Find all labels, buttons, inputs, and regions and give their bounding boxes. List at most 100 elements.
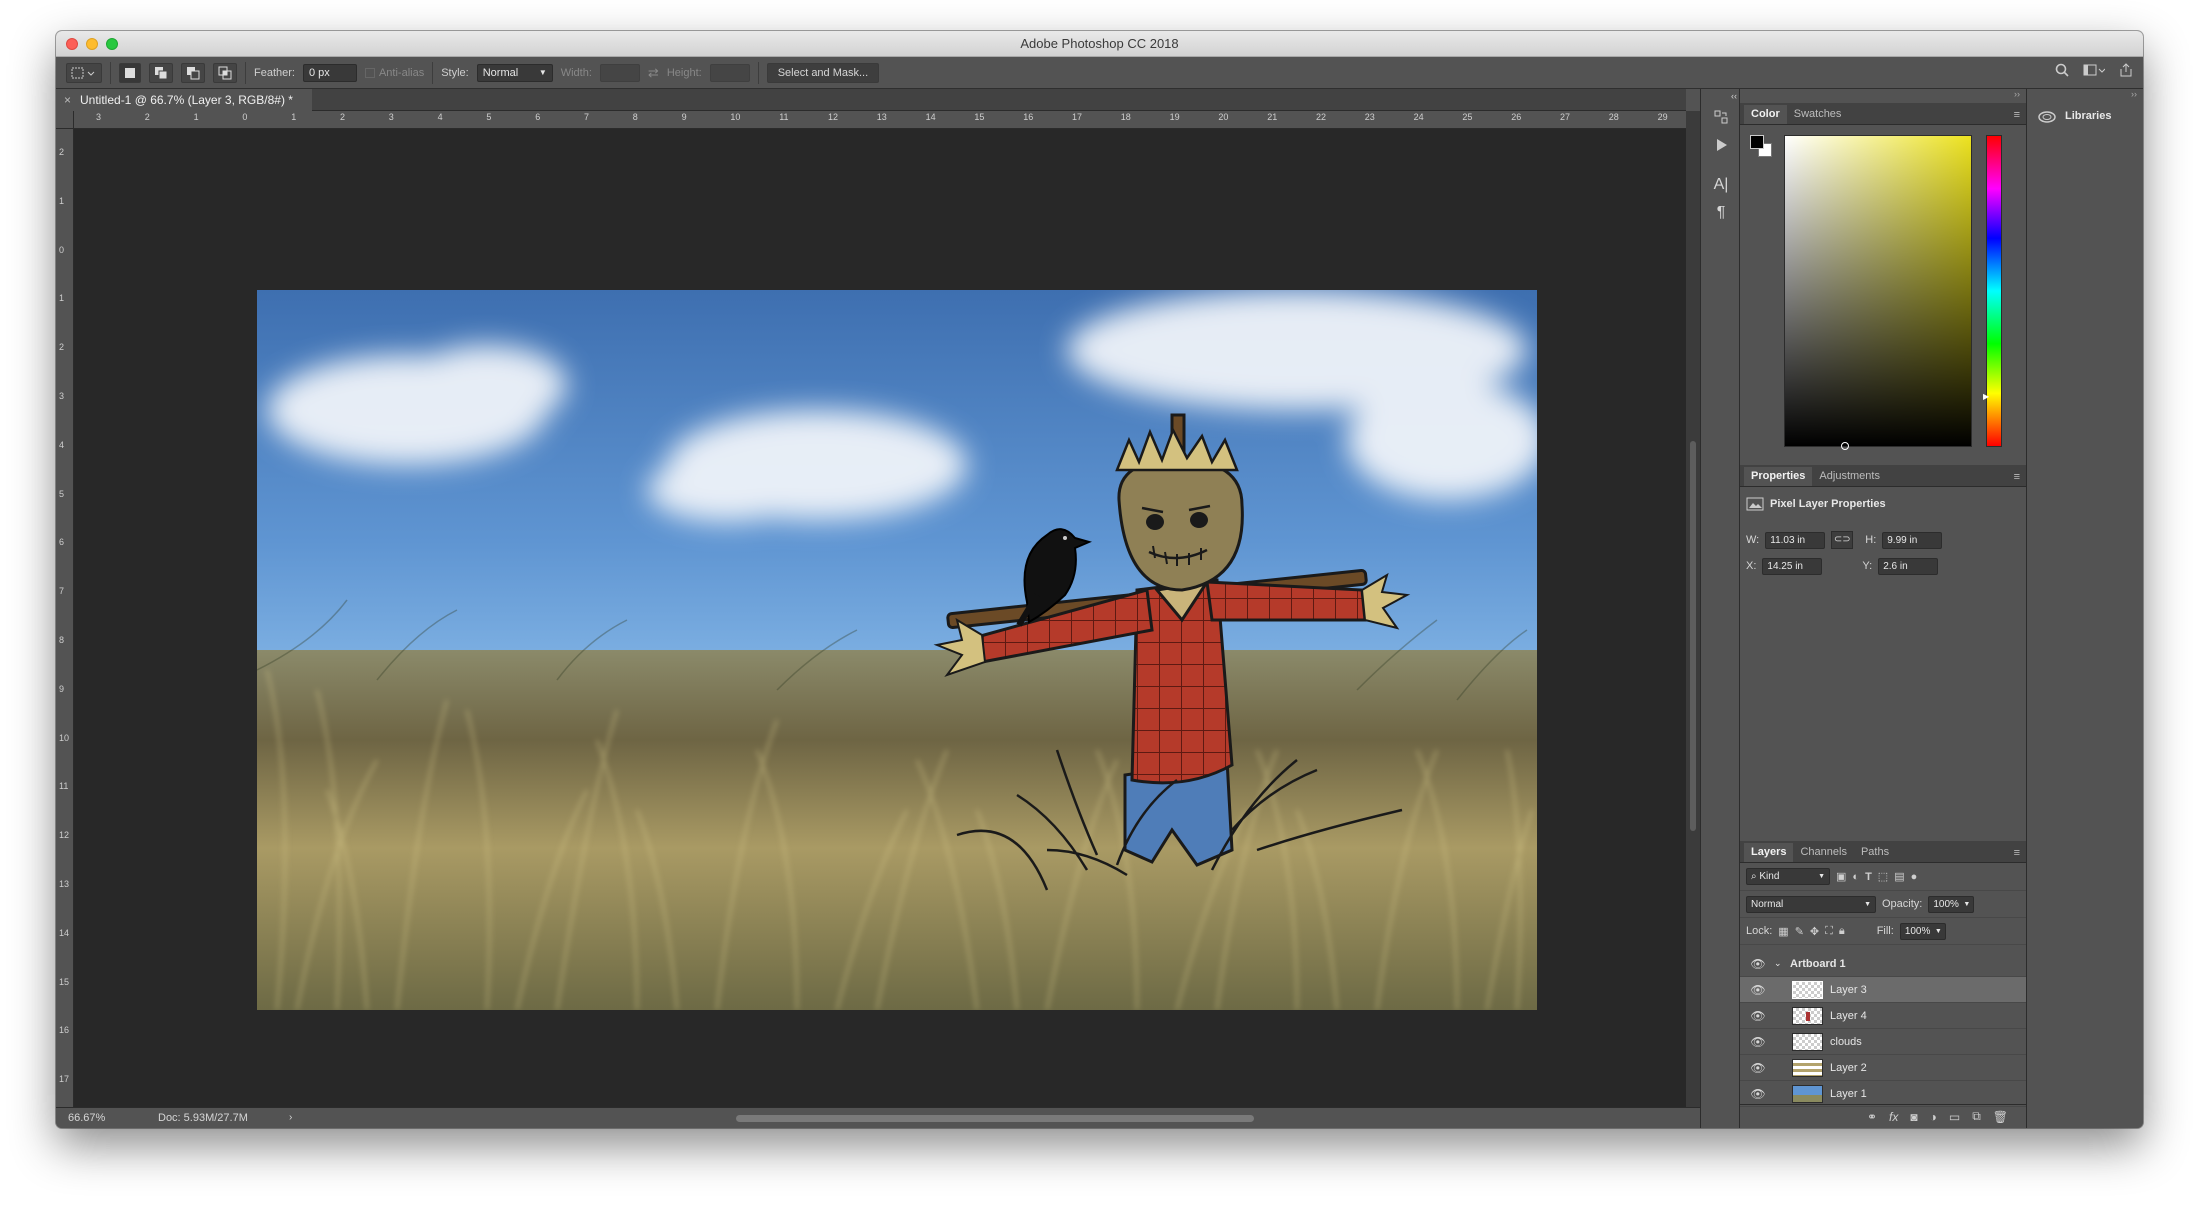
- fx-icon[interactable]: fx: [1889, 1110, 1898, 1124]
- lock-image-icon[interactable]: ✎: [1795, 925, 1804, 938]
- tab-layers[interactable]: Layers: [1744, 843, 1794, 862]
- height-field[interactable]: 9.99 in: [1882, 531, 1943, 549]
- visibility-eye-icon[interactable]: 👁︎: [1750, 1008, 1766, 1024]
- workspace-switcher-icon[interactable]: [2083, 63, 2106, 81]
- feather-input[interactable]: 0 px: [302, 63, 357, 82]
- tab-paths[interactable]: Paths: [1854, 843, 1896, 862]
- layer-row[interactable]: 👁︎ Layer 3: [1740, 977, 2026, 1003]
- maximize-window-button[interactable]: [106, 38, 118, 50]
- hue-slider-handle[interactable]: ▶: [1983, 392, 1989, 401]
- filter-pixel-icon[interactable]: ▣: [1836, 870, 1846, 883]
- minimize-window-button[interactable]: [86, 38, 98, 50]
- color-picker-field[interactable]: [1784, 135, 1972, 450]
- visibility-eye-icon[interactable]: 👁︎: [1750, 1034, 1766, 1050]
- hue-slider[interactable]: ▶: [1983, 135, 2002, 447]
- new-group-icon[interactable]: ▭: [1949, 1110, 1960, 1124]
- chevron-right-icon[interactable]: ›: [289, 1108, 292, 1128]
- ruler-tick-label: 2: [340, 112, 346, 122]
- layer-row[interactable]: 👁︎ Layer 4: [1740, 1003, 2026, 1029]
- horizontal-ruler[interactable]: 3 2 1 0 1 2 3 4 5 6 7 8 9 10 11 12 13 14 15 16 17 18 19 20 21 22 2…: [74, 111, 1686, 129]
- panel-menu-icon[interactable]: ≡: [2014, 847, 2020, 859]
- vertical-ruler[interactable]: 2 1 0 1 2 3 4 5 6 7 8 9 10 11 12 13 14 15 16 17: [56, 129, 74, 1120]
- width-input[interactable]: [599, 63, 640, 82]
- history-icon[interactable]: [1701, 103, 1741, 131]
- visibility-eye-icon[interactable]: 👁︎: [1750, 1086, 1766, 1102]
- panel-menu-icon[interactable]: ≡: [2014, 109, 2020, 121]
- ruler-tick-label: 0: [59, 244, 65, 255]
- horizontal-scrollbar[interactable]: [736, 1115, 1254, 1122]
- height-input[interactable]: [709, 63, 750, 82]
- opacity-field[interactable]: 100% ▼: [1928, 895, 1975, 913]
- chevron-down-icon[interactable]: ⌄: [1774, 958, 1782, 969]
- layer-row[interactable]: 👁︎ Layer 2: [1740, 1055, 2026, 1081]
- layer-group-row[interactable]: 👁︎ ⌄ Artboard 1: [1740, 951, 2026, 977]
- filter-toggle-icon[interactable]: ●: [1911, 871, 1918, 883]
- link-icon[interactable]: ⊂⊃: [1831, 531, 1854, 549]
- layer-row[interactable]: 👁︎ clouds: [1740, 1029, 2026, 1055]
- ruler-tick-label: 20: [1218, 112, 1229, 122]
- tab-color[interactable]: Color: [1744, 105, 1787, 124]
- paragraph-icon[interactable]: ¶: [1701, 199, 1741, 227]
- ruler-tick-label: 9: [59, 683, 65, 694]
- add-mask-icon[interactable]: ◙: [1910, 1110, 1917, 1124]
- collapse-panels-icon[interactable]: ››: [1740, 89, 2026, 103]
- foreground-color-swatch[interactable]: [1750, 135, 1764, 149]
- visibility-eye-icon[interactable]: 👁︎: [1750, 1060, 1766, 1076]
- adjustment-layer-icon[interactable]: ◑: [1930, 1110, 1937, 1124]
- color-picker-marker[interactable]: [1841, 442, 1849, 450]
- filter-smart-object-icon[interactable]: ▤: [1894, 870, 1904, 883]
- swap-arrows-icon[interactable]: ⇄: [648, 65, 659, 81]
- tab-adjustments[interactable]: Adjustments: [1812, 467, 1887, 486]
- visibility-eye-icon[interactable]: 👁︎: [1750, 982, 1766, 998]
- lock-all-icon[interactable]: 🔒︎: [1839, 925, 1845, 938]
- close-window-button[interactable]: [66, 38, 78, 50]
- anti-alias-checkbox[interactable]: Anti-alias: [364, 66, 425, 79]
- visibility-eye-icon[interactable]: 👁︎: [1750, 956, 1766, 972]
- marquee-tool-preset-button[interactable]: [66, 62, 102, 83]
- collapse-icon[interactable]: ››: [2027, 89, 2143, 103]
- canvas-pasteboard[interactable]: [74, 129, 1686, 1107]
- libraries-button[interactable]: Libraries: [2027, 103, 2143, 129]
- filter-shape-icon[interactable]: ⬚: [1878, 870, 1888, 883]
- panel-menu-icon[interactable]: ≡: [2014, 471, 2020, 483]
- lock-position-icon[interactable]: ✥: [1810, 925, 1819, 938]
- filter-adjustment-icon[interactable]: ◐: [1852, 871, 1859, 883]
- x-field[interactable]: 14.25 in: [1762, 557, 1823, 575]
- layer-filter-select[interactable]: ⌕ Kind ▼: [1746, 868, 1830, 885]
- search-icon[interactable]: [2055, 63, 2069, 81]
- lock-transparent-icon[interactable]: ▦: [1778, 925, 1788, 938]
- width-field[interactable]: 11.03 in: [1765, 531, 1826, 549]
- link-layers-icon[interactable]: ⚭: [1867, 1110, 1877, 1124]
- scroll-thumb[interactable]: [1690, 441, 1696, 831]
- anti-alias-label: Anti-alias: [378, 66, 425, 79]
- tab-properties[interactable]: Properties: [1744, 467, 1813, 486]
- ruler-origin[interactable]: [56, 111, 74, 129]
- share-icon[interactable]: [2119, 63, 2133, 81]
- intersect-selection-button[interactable]: [213, 62, 237, 83]
- tab-swatches[interactable]: Swatches: [1787, 105, 1849, 124]
- artboard-canvas[interactable]: [257, 290, 1537, 1010]
- close-tab-icon[interactable]: ×: [64, 89, 71, 111]
- add-selection-button[interactable]: [149, 62, 173, 83]
- filter-type-icon[interactable]: T: [1865, 871, 1872, 883]
- blend-mode-select[interactable]: Normal ▼: [1746, 895, 1876, 913]
- lock-artboard-icon[interactable]: ⛶: [1825, 925, 1833, 938]
- ruler-tick-label: 15: [974, 112, 985, 122]
- actions-play-icon[interactable]: [1701, 131, 1741, 159]
- trash-icon[interactable]: 🗑︎: [1993, 1110, 2008, 1124]
- fill-field[interactable]: 100% ▼: [1899, 922, 1946, 940]
- y-field[interactable]: 2.6 in: [1878, 557, 1939, 575]
- vertical-scrollbar[interactable]: [1686, 111, 1700, 1107]
- subtract-selection-button[interactable]: [181, 62, 205, 83]
- character-icon[interactable]: A|: [1701, 171, 1741, 199]
- blend-row: Normal ▼ Opacity: 100% ▼: [1740, 891, 2026, 918]
- new-selection-button[interactable]: [119, 62, 141, 83]
- style-select[interactable]: Normal ▼: [476, 63, 553, 82]
- document-tab[interactable]: × Untitled-1 @ 66.7% (Layer 3, RGB/8#) *: [56, 89, 312, 111]
- ruler-tick-label: 21: [1267, 112, 1278, 122]
- collapse-icon[interactable]: ‹‹: [1701, 89, 1741, 103]
- select-and-mask-button[interactable]: Select and Mask...: [766, 62, 880, 83]
- new-layer-icon[interactable]: ⧉: [1972, 1109, 1981, 1124]
- zoom-level[interactable]: 66.67%: [68, 1108, 105, 1128]
- tab-channels[interactable]: Channels: [1793, 843, 1853, 862]
